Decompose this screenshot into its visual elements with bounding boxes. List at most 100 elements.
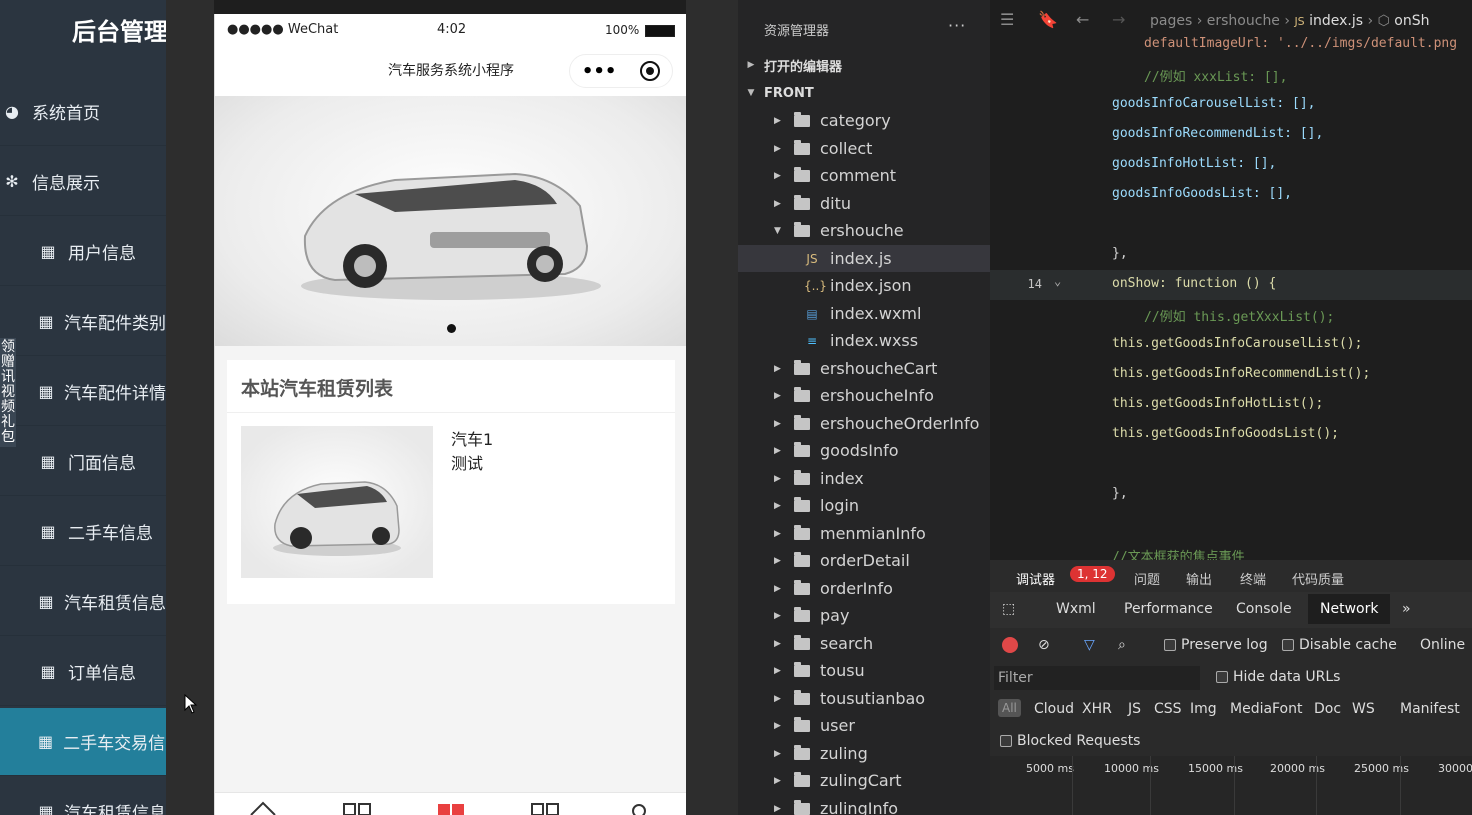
close-target-icon[interactable]	[640, 61, 661, 81]
type-filter-doc[interactable]: Doc	[1314, 701, 1341, 717]
code-line[interactable]: this.getGoodsInfoGoodsList();	[990, 420, 1472, 450]
car-carousel[interactable]	[215, 96, 686, 346]
code-line[interactable]: this.getGoodsInfoCarouselList();	[990, 330, 1472, 360]
code-line[interactable]: defaultImageUrl: '../../imgs/default.png	[990, 30, 1472, 60]
back-arrow-icon[interactable]: ←	[1076, 10, 1089, 29]
tree-folder[interactable]: ▶ user	[738, 712, 990, 739]
code-line[interactable]	[990, 210, 1472, 240]
more-icon[interactable]: •••	[582, 61, 617, 82]
type-filter-css[interactable]: CSS	[1154, 701, 1182, 717]
inspect-icon[interactable]: ⬚	[1002, 601, 1015, 617]
type-filter-all[interactable]: All	[998, 699, 1021, 717]
code-line[interactable]: goodsInfoCarouselList: [],	[990, 90, 1472, 120]
promo-badge[interactable]: 领赠讯视频礼包	[0, 338, 16, 447]
tree-file[interactable]: {..} index.json	[738, 272, 990, 299]
tree-folder[interactable]: ▶ login	[738, 492, 990, 519]
code-line[interactable]: },	[990, 480, 1472, 510]
code-line[interactable]: this.getGoodsInfoHotList();	[990, 390, 1472, 420]
type-filter-js[interactable]: JS	[1128, 701, 1141, 717]
hide-data-urls-checkbox[interactable]: Hide data URLs	[1216, 669, 1340, 685]
admin-nav-item[interactable]: ✻ 信息展示	[0, 148, 166, 216]
code-line[interactable]: goodsInfoGoodsList: [],	[990, 180, 1472, 210]
tree-file[interactable]: JS index.js	[738, 245, 990, 272]
code-line[interactable]: //文本框获的焦点事件	[990, 540, 1472, 560]
tab-problems[interactable]: 问题	[1134, 569, 1160, 588]
tree-folder[interactable]: ▶ zuling	[738, 740, 990, 767]
admin-nav-item[interactable]: ▦ 二手车信息	[0, 498, 166, 566]
tree-folder[interactable]: ▶ zulingCart	[738, 767, 990, 794]
disable-cache-checkbox[interactable]: Disable cache	[1282, 637, 1397, 653]
cart-tab-icon[interactable]	[531, 799, 559, 815]
fold-chevron-icon[interactable]: ⌄	[1054, 274, 1061, 288]
tree-folder[interactable]: ▶ tousu	[738, 657, 990, 684]
tree-folder[interactable]: ▶ ershoucheInfo	[738, 382, 990, 409]
tree-folder[interactable]: ▶ orderDetail	[738, 547, 990, 574]
bookmark-icon[interactable]: 🔖	[1038, 10, 1058, 29]
filter-input[interactable]: Filter	[994, 666, 1200, 690]
breadcrumb-item[interactable]: pages	[1150, 13, 1192, 29]
code-line[interactable]: //例如 this.getXxxList();	[990, 300, 1472, 330]
admin-nav-item[interactable]: ◕ 系统首页	[0, 78, 166, 146]
tab-debugger[interactable]: 调试器	[1016, 569, 1055, 588]
tree-folder[interactable]: ▶ tousutianbao	[738, 685, 990, 712]
open-editors-section[interactable]: ▶ 打开的编辑器	[738, 52, 990, 78]
blocked-requests-checkbox[interactable]: Blocked Requests	[1000, 733, 1140, 749]
admin-nav-item[interactable]: ▦ 订单信息	[0, 638, 166, 706]
tab-terminal[interactable]: 终端	[1240, 569, 1266, 588]
admin-nav-item[interactable]: ▦ 用户信息	[0, 218, 166, 286]
code-line[interactable]: goodsInfoRecommendList: [],	[990, 120, 1472, 150]
clear-icon[interactable]: ⊘	[1038, 637, 1050, 653]
tree-file[interactable]: ≡ index.wxss	[738, 327, 990, 354]
rental-tab-icon[interactable]	[437, 799, 465, 815]
preserve-log-checkbox[interactable]: Preserve log	[1164, 637, 1268, 653]
admin-nav-item[interactable]: ▦ 门面信息	[0, 428, 166, 496]
type-filter-img[interactable]: Img	[1190, 701, 1217, 717]
admin-nav-item[interactable]: ▦ 汽车租赁信息	[0, 778, 166, 815]
list-icon[interactable]: ☰	[1000, 10, 1014, 29]
more-tabs-icon[interactable]: »	[1402, 601, 1411, 617]
breadcrumb-item[interactable]: ershouche	[1207, 13, 1280, 29]
tree-folder[interactable]: ▼ ershouche	[738, 217, 990, 244]
code-line[interactable]	[990, 450, 1472, 480]
home-tab-icon[interactable]	[249, 799, 277, 815]
tab-network[interactable]: Network	[1308, 594, 1391, 624]
admin-nav-item[interactable]: ▦ 汽车租赁信息	[0, 568, 166, 636]
admin-nav-item[interactable]: ▦ 汽车配件详情	[0, 358, 166, 426]
tab-code-quality[interactable]: 代码质量	[1292, 569, 1344, 588]
tree-folder[interactable]: ▶ ditu	[738, 190, 990, 217]
tab-wxml[interactable]: Wxml	[1056, 601, 1096, 617]
code-line[interactable]: 14 onShow: function () {⌄	[990, 270, 1472, 300]
tree-folder[interactable]: ▶ orderInfo	[738, 575, 990, 602]
type-filter-font[interactable]: Font	[1272, 701, 1302, 717]
tree-folder[interactable]: ▶ goodsInfo	[738, 437, 990, 464]
category-tab-icon[interactable]	[343, 799, 371, 815]
type-filter-manifest[interactable]: Manifest	[1400, 701, 1460, 717]
code-line[interactable]: //例如 xxxList: [],	[990, 60, 1472, 90]
filter-icon[interactable]: ▽	[1084, 637, 1095, 653]
tree-folder[interactable]: ▶ collect	[738, 135, 990, 162]
explorer-more-icon[interactable]: ···	[948, 16, 966, 35]
type-filter-cloud[interactable]: Cloud	[1034, 701, 1074, 717]
carousel-indicator-dot[interactable]	[447, 324, 456, 333]
type-filter-media[interactable]: Media	[1230, 701, 1272, 717]
tab-performance[interactable]: Performance	[1124, 601, 1213, 617]
tab-console[interactable]: Console	[1236, 601, 1292, 617]
search-icon[interactable]: ⌕	[1118, 637, 1126, 653]
code-line[interactable]	[990, 510, 1472, 540]
forward-arrow-icon[interactable]: →	[1112, 10, 1125, 29]
type-filter-ws[interactable]: WS	[1352, 701, 1375, 717]
record-icon[interactable]	[1002, 637, 1018, 653]
tree-folder[interactable]: ▶ ershoucheCart	[738, 355, 990, 382]
admin-nav-item[interactable]: ▦ 汽车配件类别	[0, 288, 166, 356]
tree-folder[interactable]: ▶ menmianInfo	[738, 520, 990, 547]
tree-folder[interactable]: ▶ pay	[738, 602, 990, 629]
throttle-select[interactable]: Online	[1420, 637, 1465, 653]
tree-folder[interactable]: ▶ comment	[738, 162, 990, 189]
code-line[interactable]: },	[990, 240, 1472, 270]
capsule-menu[interactable]: •••	[569, 54, 673, 88]
tree-folder[interactable]: ▶ ershoucheOrderInfo	[738, 410, 990, 437]
tree-folder[interactable]: ▶ search	[738, 630, 990, 657]
code-line[interactable]: goodsInfoHotList: [],	[990, 150, 1472, 180]
tree-folder[interactable]: ▶ category	[738, 107, 990, 134]
type-filter-xhr[interactable]: XHR	[1082, 701, 1112, 717]
